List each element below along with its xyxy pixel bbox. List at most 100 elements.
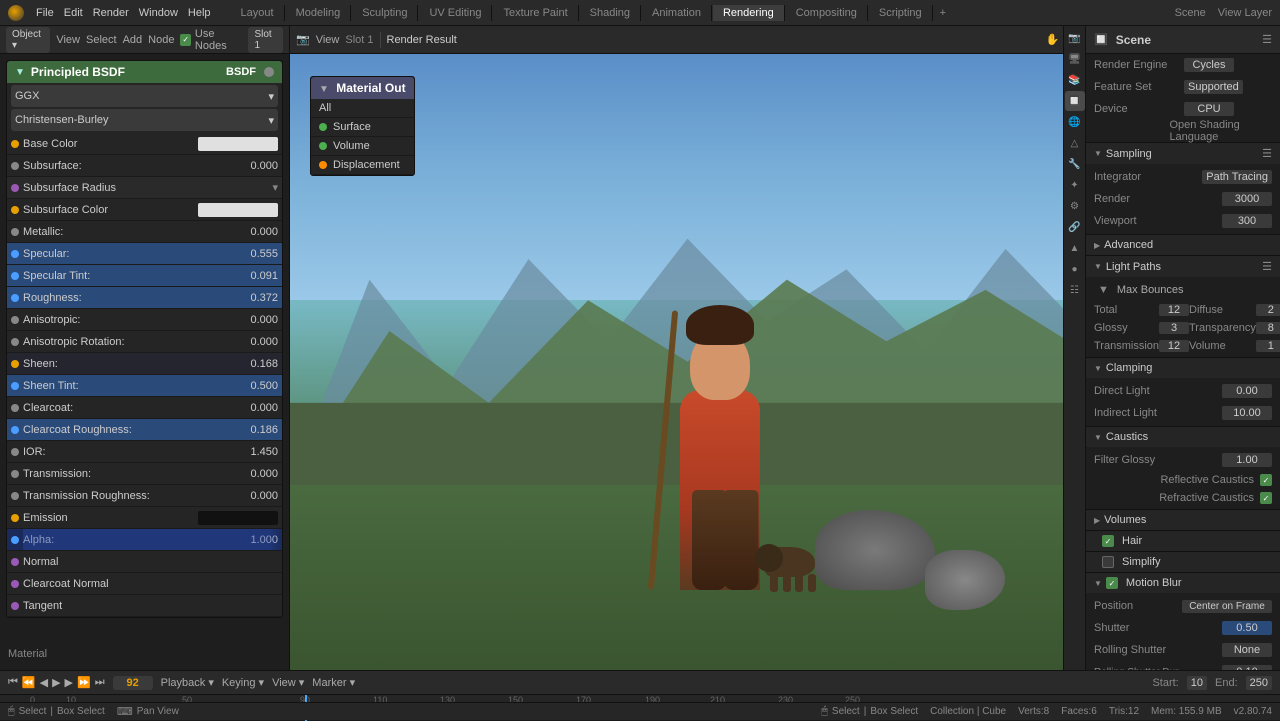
position-value[interactable]: Center on Frame: [1182, 600, 1272, 613]
scene-options-icon[interactable]: ☰: [1262, 33, 1272, 46]
jump-start-button[interactable]: ⏮: [8, 676, 18, 689]
simplify-checkbox-unchecked[interactable]: [1102, 556, 1114, 568]
alpha-dot[interactable]: [11, 536, 19, 544]
particles-props-icon[interactable]: ✦: [1065, 175, 1085, 195]
playback-menu[interactable]: Playback ▾: [161, 676, 214, 689]
transparency-bounce-value[interactable]: 8: [1256, 322, 1280, 334]
tab-scripting[interactable]: Scripting: [869, 5, 933, 21]
jump-end-button[interactable]: ⏭: [95, 676, 105, 689]
bsdf-output-dot[interactable]: [264, 67, 274, 77]
material-props-icon[interactable]: ●: [1065, 259, 1085, 279]
volumes-header[interactable]: ▶ Volumes: [1086, 510, 1280, 530]
output-props-icon[interactable]: 🖥: [1065, 49, 1085, 69]
marker-menu[interactable]: Marker ▾: [312, 676, 355, 689]
render-props-icon[interactable]: 📷: [1065, 28, 1085, 48]
constraints-props-icon[interactable]: 🔗: [1065, 217, 1085, 237]
tab-uv-editing[interactable]: UV Editing: [419, 5, 492, 21]
motion-blur-header[interactable]: ▼ ✓ Motion Blur: [1086, 573, 1280, 593]
subsurface-radius-dot[interactable]: [11, 184, 19, 192]
light-paths-options-icon[interactable]: ☰: [1262, 260, 1272, 273]
rolling-shutter-value[interactable]: None: [1222, 643, 1272, 657]
christensen-dropdown[interactable]: Christensen-Burley ▾: [11, 109, 278, 131]
render-menu[interactable]: Render: [93, 7, 129, 19]
tab-modeling[interactable]: Modeling: [286, 5, 352, 21]
normal-dot[interactable]: [11, 558, 19, 566]
world-props-icon[interactable]: 🌐: [1065, 112, 1085, 132]
view-menu-timeline[interactable]: View ▾: [272, 676, 304, 689]
view-menu-node[interactable]: View: [56, 34, 80, 46]
ggx-dropdown[interactable]: GGX ▾: [11, 85, 278, 107]
device-value[interactable]: CPU: [1184, 102, 1234, 116]
clearcoat-dot[interactable]: [11, 404, 19, 412]
emission-dot[interactable]: [11, 514, 19, 522]
roughness-row[interactable]: Roughness: 0.372: [7, 287, 282, 309]
current-frame-display[interactable]: 92: [113, 676, 153, 690]
sampling-options-icon[interactable]: ☰: [1262, 147, 1272, 160]
tab-shading[interactable]: Shading: [580, 5, 641, 21]
physics-props-icon[interactable]: ⚙: [1065, 196, 1085, 216]
specular-tint-row[interactable]: Specular Tint: 0.091: [7, 265, 282, 287]
caustics-header[interactable]: ▼ Caustics: [1086, 427, 1280, 447]
specular-dot[interactable]: [11, 250, 19, 258]
texture-props-icon[interactable]: ☷: [1065, 280, 1085, 300]
subsurface-dot[interactable]: [11, 162, 19, 170]
scene-props-icon[interactable]: 🔲: [1065, 91, 1085, 111]
subsurface-color-swatch[interactable]: [198, 203, 278, 217]
tab-layout[interactable]: Layout: [231, 5, 285, 21]
integrator-value[interactable]: Path Tracing: [1202, 170, 1272, 184]
specular-tint-dot[interactable]: [11, 272, 19, 280]
window-menu[interactable]: Window: [139, 7, 178, 19]
sampling-header[interactable]: ▼ Sampling ☰: [1086, 143, 1280, 164]
emission-swatch[interactable]: [198, 511, 278, 525]
specular-row[interactable]: Specular: 0.555: [7, 243, 282, 265]
advanced-header[interactable]: ▶ Advanced: [1086, 235, 1280, 255]
volume-bounce-value[interactable]: 1: [1256, 340, 1280, 352]
modifier-props-icon[interactable]: 🔧: [1065, 154, 1085, 174]
start-frame-value[interactable]: 10: [1187, 676, 1207, 690]
next-keyframe-button[interactable]: ⏩: [77, 676, 91, 689]
transmission-bounce-value[interactable]: 12: [1159, 340, 1189, 352]
roughness-dot[interactable]: [11, 294, 19, 302]
mat-volume-dot[interactable]: [319, 142, 327, 150]
ior-dot[interactable]: [11, 448, 19, 456]
select-menu-node[interactable]: Select: [86, 34, 117, 46]
object-props-icon[interactable]: △: [1065, 133, 1085, 153]
sheen-dot[interactable]: [11, 360, 19, 368]
clearcoat-roughness-dot[interactable]: [11, 426, 19, 434]
prev-keyframe-button[interactable]: ⏪: [22, 676, 36, 689]
feature-set-value[interactable]: Supported: [1184, 80, 1243, 94]
node-menu[interactable]: Node: [148, 34, 174, 46]
tab-texture-paint[interactable]: Texture Paint: [493, 5, 578, 21]
clearcoat-roughness-row[interactable]: Clearcoat Roughness: 0.186: [7, 419, 282, 441]
end-frame-value[interactable]: 250: [1246, 676, 1272, 690]
transmission-roughness-dot[interactable]: [11, 492, 19, 500]
mat-displacement-dot[interactable]: [319, 161, 327, 169]
indirect-light-value[interactable]: 10.00: [1222, 406, 1272, 420]
next-frame-button[interactable]: ▶: [65, 676, 73, 689]
motion-blur-checkbox[interactable]: ✓: [1106, 577, 1118, 589]
sheen-tint-dot[interactable]: [11, 382, 19, 390]
glossy-bounce-value[interactable]: 3: [1159, 322, 1189, 334]
hair-checkbox[interactable]: ✓: [1102, 535, 1114, 547]
reflective-caustics-checkbox[interactable]: ✓: [1260, 474, 1272, 486]
tab-rendering[interactable]: Rendering: [713, 5, 785, 21]
diffuse-bounce-value[interactable]: 2: [1256, 304, 1280, 316]
base-color-dot[interactable]: [11, 140, 19, 148]
transmission-dot[interactable]: [11, 470, 19, 478]
anisotropic-dot[interactable]: [11, 316, 19, 324]
slot-button[interactable]: Slot 1: [248, 27, 283, 53]
hand-icon[interactable]: ✋: [1046, 33, 1060, 46]
file-menu[interactable]: File: [36, 7, 54, 19]
clearcoat-normal-dot[interactable]: [11, 580, 19, 588]
play-button[interactable]: ▶: [52, 676, 60, 689]
use-nodes-checkbox[interactable]: ✓: [180, 34, 190, 46]
tab-animation[interactable]: Animation: [642, 5, 712, 21]
mat-surface-dot[interactable]: [319, 123, 327, 131]
shutter-value[interactable]: 0.50: [1222, 621, 1272, 635]
object-mode-button[interactable]: Object ▾: [6, 27, 50, 53]
metallic-dot[interactable]: [11, 228, 19, 236]
render-samples-value[interactable]: 3000: [1222, 192, 1272, 206]
edit-menu[interactable]: Edit: [64, 7, 83, 19]
total-bounce-value[interactable]: 12: [1159, 304, 1189, 316]
keying-menu[interactable]: Keying ▾: [222, 676, 264, 689]
